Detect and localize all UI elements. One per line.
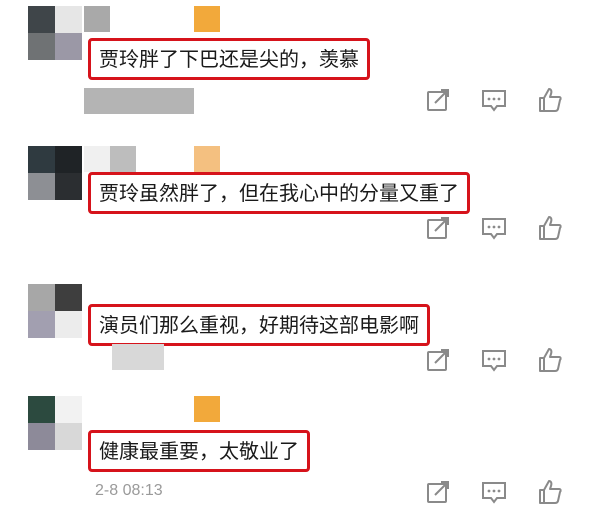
comment-icon [482,350,506,372]
blurred-username [84,146,110,172]
share-button[interactable] [410,346,466,374]
comment-actions [410,478,578,506]
user-badge-icon [194,6,220,32]
reply-button[interactable] [466,478,522,506]
like-icon [539,88,562,112]
share-icon [427,349,449,371]
like-button[interactable] [522,346,578,374]
comment-icon [482,482,506,504]
like-button[interactable] [522,478,578,506]
like-icon [539,216,562,240]
avatar[interactable] [28,6,82,60]
comment-actions [410,86,578,114]
comment-text: 演员们那么重视，好期待这部电影啊 [88,304,430,346]
user-badge-icon [194,396,220,422]
blurred-timestamp [84,88,194,114]
like-icon [539,348,562,372]
blurred-username [110,146,136,172]
share-button[interactable] [410,478,466,506]
comment-icon [482,90,506,112]
reply-button[interactable] [466,346,522,374]
like-icon [539,480,562,504]
comment-actions [410,214,578,242]
comment-text: 健康最重要，太敬业了 [88,430,310,472]
like-button[interactable] [522,214,578,242]
blurred-username [84,6,110,32]
user-badge-icon [194,146,220,172]
share-icon [427,89,449,111]
blurred-timestamp [112,344,164,370]
share-button[interactable] [410,86,466,114]
share-icon [427,481,449,503]
comment-actions [410,346,578,374]
avatar[interactable] [28,284,82,338]
avatar[interactable] [28,396,82,450]
avatar[interactable] [28,146,82,200]
comment-timestamp: 2-8 08:13 [95,482,163,499]
reply-button[interactable] [466,214,522,242]
share-button[interactable] [410,214,466,242]
reply-button[interactable] [466,86,522,114]
comment-icon [482,218,506,240]
comment-text: 贾玲虽然胖了，但在我心中的分量又重了 [88,172,470,214]
like-button[interactable] [522,86,578,114]
share-icon [427,217,449,239]
comment-text: 贾玲胖了下巴还是尖的，羡慕 [88,38,370,80]
